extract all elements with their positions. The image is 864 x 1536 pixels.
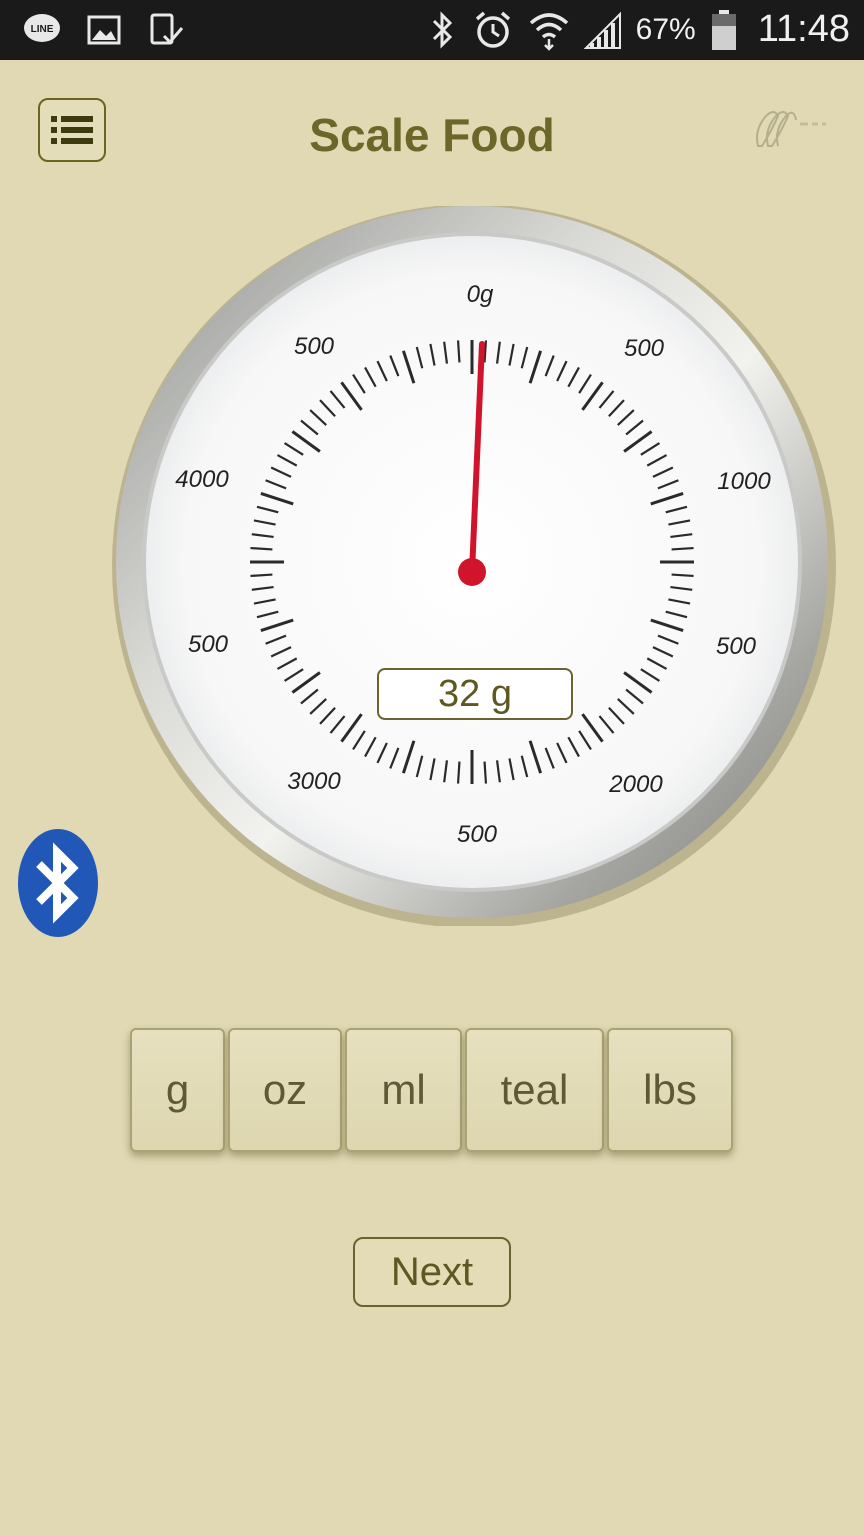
status-bar: LINE 67% 11:48 bbox=[0, 0, 864, 60]
needle-hub bbox=[458, 558, 486, 586]
download-done-icon bbox=[150, 13, 184, 45]
status-bar-notifications: LINE bbox=[22, 10, 186, 50]
scale-dial-graphic: 0g 500 1000 500 2000 500 3000 500 4000 5… bbox=[112, 206, 836, 926]
dial-minor-tick bbox=[483, 761, 488, 784]
unit-button-oz[interactable]: oz bbox=[228, 1028, 342, 1152]
next-button[interactable]: Next bbox=[353, 1237, 511, 1307]
page-title: Scale Food bbox=[309, 109, 555, 161]
dial-minor-tick bbox=[671, 573, 694, 578]
dial-label-top-right: 500 bbox=[624, 335, 665, 362]
dial-minor-tick bbox=[456, 340, 461, 363]
signal-icon bbox=[583, 11, 621, 49]
dial-label-right-upper: 1000 bbox=[717, 468, 771, 495]
dial-label-top-left: 500 bbox=[294, 333, 335, 360]
dial-minor-tick bbox=[671, 546, 694, 551]
wifi-icon bbox=[529, 12, 568, 51]
app-header: Scale Food bbox=[0, 60, 864, 210]
line-app-icon: LINE bbox=[24, 14, 60, 42]
brand-logo-icon[interactable] bbox=[752, 106, 828, 154]
clock: 11:48 bbox=[757, 8, 850, 50]
dial-label-bottom: 500 bbox=[457, 821, 498, 848]
dial-label-top: 0g bbox=[467, 281, 494, 308]
unit-button-ml[interactable]: ml bbox=[345, 1028, 462, 1152]
dial-label-bottom-right: 2000 bbox=[608, 771, 663, 798]
unit-button-teal[interactable]: teal bbox=[465, 1028, 604, 1152]
unit-button-g[interactable]: g bbox=[130, 1028, 225, 1152]
battery-icon bbox=[711, 9, 736, 50]
weight-readout: 32 g bbox=[377, 668, 573, 720]
dial-label-bottom-left: 3000 bbox=[287, 768, 341, 795]
alarm-icon bbox=[475, 11, 510, 48]
battery-percent: 67% bbox=[635, 12, 696, 46]
dial-label-left-upper: 4000 bbox=[175, 466, 229, 493]
unit-button-lbs[interactable]: lbs bbox=[607, 1028, 733, 1152]
bluetooth-button[interactable] bbox=[17, 828, 99, 938]
gallery-icon bbox=[87, 15, 121, 45]
status-bar-system: 67% 11:48 bbox=[428, 8, 850, 51]
svg-text:LINE: LINE bbox=[31, 24, 54, 35]
unit-selector: g oz ml teal lbs bbox=[130, 1028, 733, 1154]
bluetooth-icon bbox=[432, 10, 452, 49]
dial-minor-tick bbox=[250, 546, 273, 551]
dial-label-right-lower: 500 bbox=[716, 633, 757, 660]
scale-dial: 0g 500 1000 500 2000 500 3000 500 4000 5… bbox=[104, 206, 844, 926]
dial-label-left-lower: 500 bbox=[188, 631, 229, 658]
dial-minor-tick bbox=[456, 761, 461, 784]
dial-minor-tick bbox=[250, 573, 273, 578]
